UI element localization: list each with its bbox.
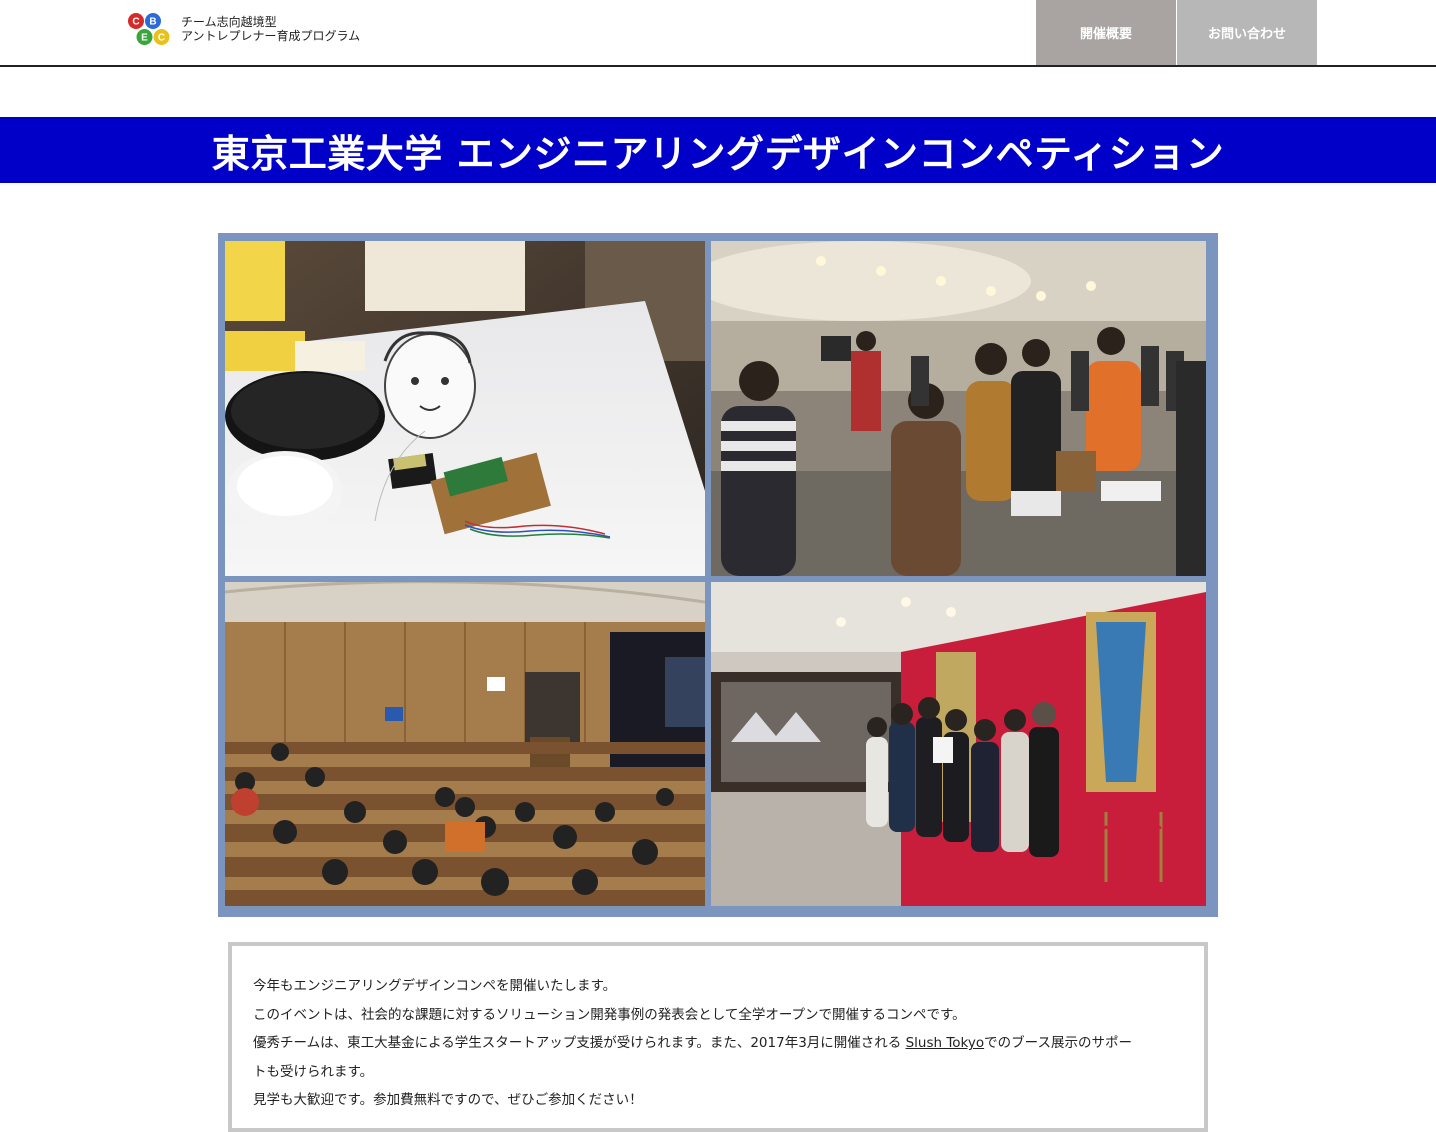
nav-contact-button[interactable]: お問い合わせ xyxy=(1177,0,1317,65)
page-title: 東京工業大学 エンジニアリングデザインコンペティション xyxy=(211,131,1225,176)
description-line-4: トも受けられます。 xyxy=(253,1063,374,1080)
program-name-line1: チーム志向越境型 xyxy=(181,15,277,29)
description-line-3-text: 優秀チームは、東工大基金による学生スタートアップ支援が受けられます。また、201… xyxy=(253,1035,906,1051)
event-description: 今年もエンジニアリングデザインコンペを開催いたします。 このイベントは、社会的な… xyxy=(228,942,1208,1132)
title-banner: 東京工業大学 エンジニアリングデザインコンペティション xyxy=(0,117,1436,183)
program-name-line2: アントレプレナー育成プログラム xyxy=(181,29,361,43)
description-line-3: 優秀チームは、東工大基金による学生スタートアップ支援が受けられます。また、201… xyxy=(253,1029,1183,1058)
lecture-hall-photo xyxy=(225,582,705,906)
award-group-photo xyxy=(711,582,1206,906)
logo-letter-c2: C xyxy=(158,33,165,44)
logo-letter-b: B xyxy=(149,17,156,28)
nav-overview-button[interactable]: 開催概要 xyxy=(1036,0,1176,65)
description-line-5: 見学も大歓迎です。参加費無料ですので、ぜひご参加ください！ xyxy=(253,1092,643,1108)
cbec-logo[interactable]: C B E C xyxy=(127,11,177,51)
description-line-2: このイベントは、社会的な課題に対するソリューション開発事例の発表会として全学オー… xyxy=(253,1006,966,1023)
photo-collage xyxy=(218,233,1218,917)
description-line-1: 今年もエンジニアリングデザインコンペを開催いたします。 xyxy=(253,978,617,994)
description-line-3-text-after: でのブース展示のサポー xyxy=(984,1035,1132,1051)
cbec-logo-icon: C B E C xyxy=(128,13,170,45)
prototype-electronics-photo xyxy=(225,241,705,576)
logo-letter-c1: C xyxy=(132,17,139,28)
program-name: チーム志向越境型 アントレプレナー育成プログラム xyxy=(181,15,360,43)
exhibition-room-photo xyxy=(711,241,1206,576)
logo-letter-e: E xyxy=(141,33,148,44)
site-header: C B E C チーム志向越境型 アントレプレナー育成プログラム 開催概要 お問… xyxy=(0,0,1436,67)
slush-tokyo-link[interactable]: Slush Tokyo xyxy=(906,1035,985,1051)
